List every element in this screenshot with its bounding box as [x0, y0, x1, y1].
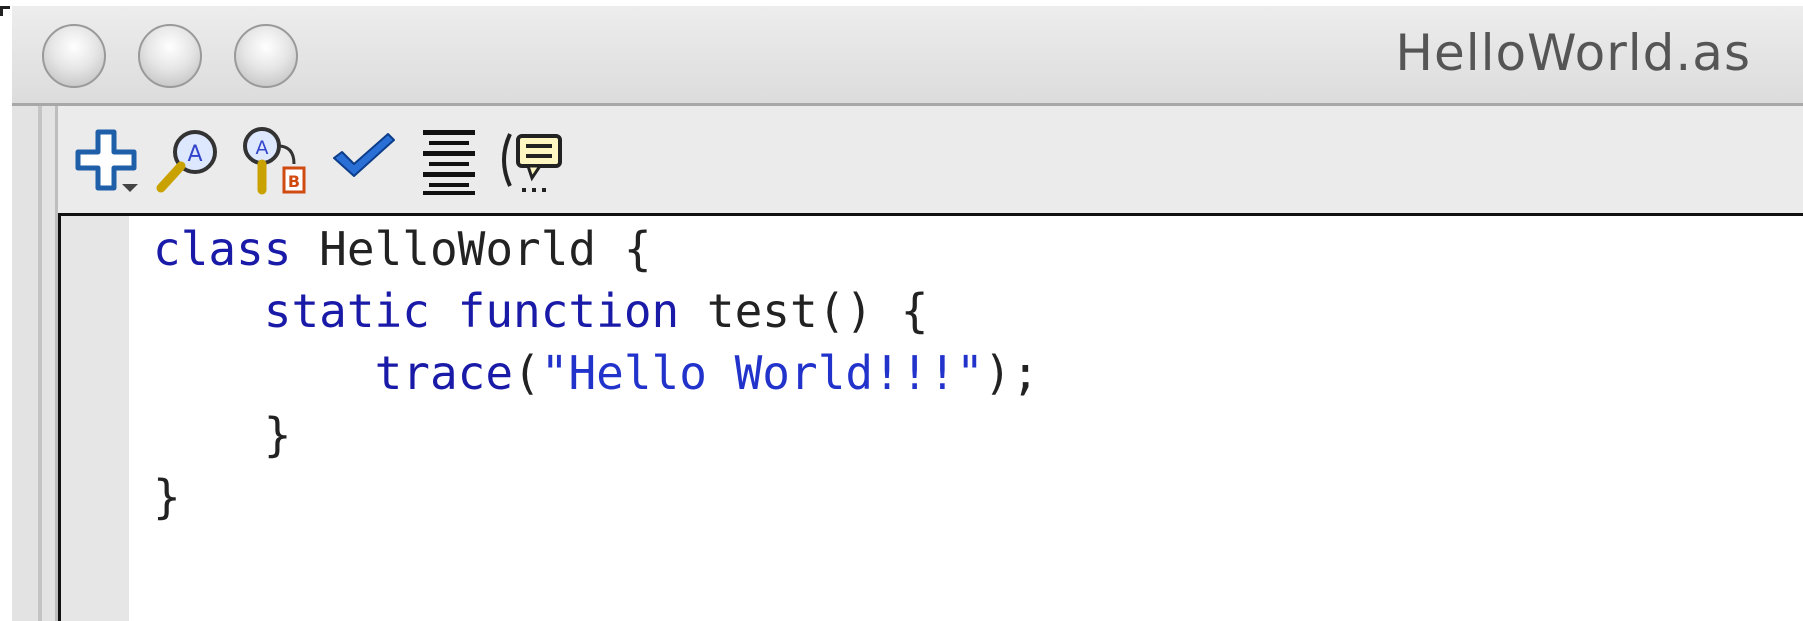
code-keyword: function — [457, 284, 680, 338]
minimize-window-button[interactable] — [138, 24, 202, 88]
code-line[interactable]: } — [153, 466, 1039, 528]
code-line[interactable]: trace("Hello World!!!"); — [153, 342, 1040, 404]
code-token: test() { — [679, 284, 929, 338]
code-line[interactable]: static function test() { — [153, 280, 1039, 342]
find-replace-icon[interactable]: A B — [238, 124, 310, 196]
svg-text:A: A — [187, 142, 202, 167]
code-token: ( — [513, 346, 541, 400]
code-token: ); — [983, 346, 1040, 400]
left-panel-edge — [12, 106, 58, 621]
code-keyword: trace — [374, 346, 514, 400]
window-title: HelloWorld.as — [1395, 24, 1751, 82]
find-magnifier-icon[interactable]: A — [153, 124, 225, 196]
add-plus-icon[interactable] — [70, 124, 142, 196]
script-toolbar: A A B — [58, 106, 1803, 216]
panel-divider — [38, 106, 42, 621]
code-token: HelloWorld { — [291, 222, 652, 276]
window-corner-mark — [0, 6, 10, 16]
code-line[interactable]: } — [153, 404, 1039, 466]
code-token: } — [153, 470, 181, 524]
title-bar[interactable]: HelloWorld.as — [12, 6, 1803, 106]
line-gutter — [61, 216, 129, 621]
code-string: "Hello World!!!" — [540, 346, 984, 400]
code-hint-icon[interactable] — [496, 124, 568, 196]
code-keyword: static — [263, 284, 430, 338]
editor-window: HelloWorld.as A A B class HelloWorld {s… — [0, 0, 1803, 621]
svg-text:A: A — [256, 137, 269, 159]
auto-format-icon[interactable] — [413, 124, 485, 196]
code-text[interactable]: class HelloWorld { static function test(… — [153, 218, 1039, 528]
code-keyword: class — [153, 222, 292, 276]
code-token: } — [263, 408, 292, 462]
svg-text:B: B — [288, 172, 300, 191]
zoom-window-button[interactable] — [234, 24, 298, 88]
code-editor[interactable]: class HelloWorld { static function test(… — [58, 216, 1803, 621]
check-syntax-icon[interactable] — [328, 124, 400, 196]
code-line[interactable]: class HelloWorld { — [153, 218, 1039, 280]
close-window-button[interactable] — [42, 24, 106, 88]
